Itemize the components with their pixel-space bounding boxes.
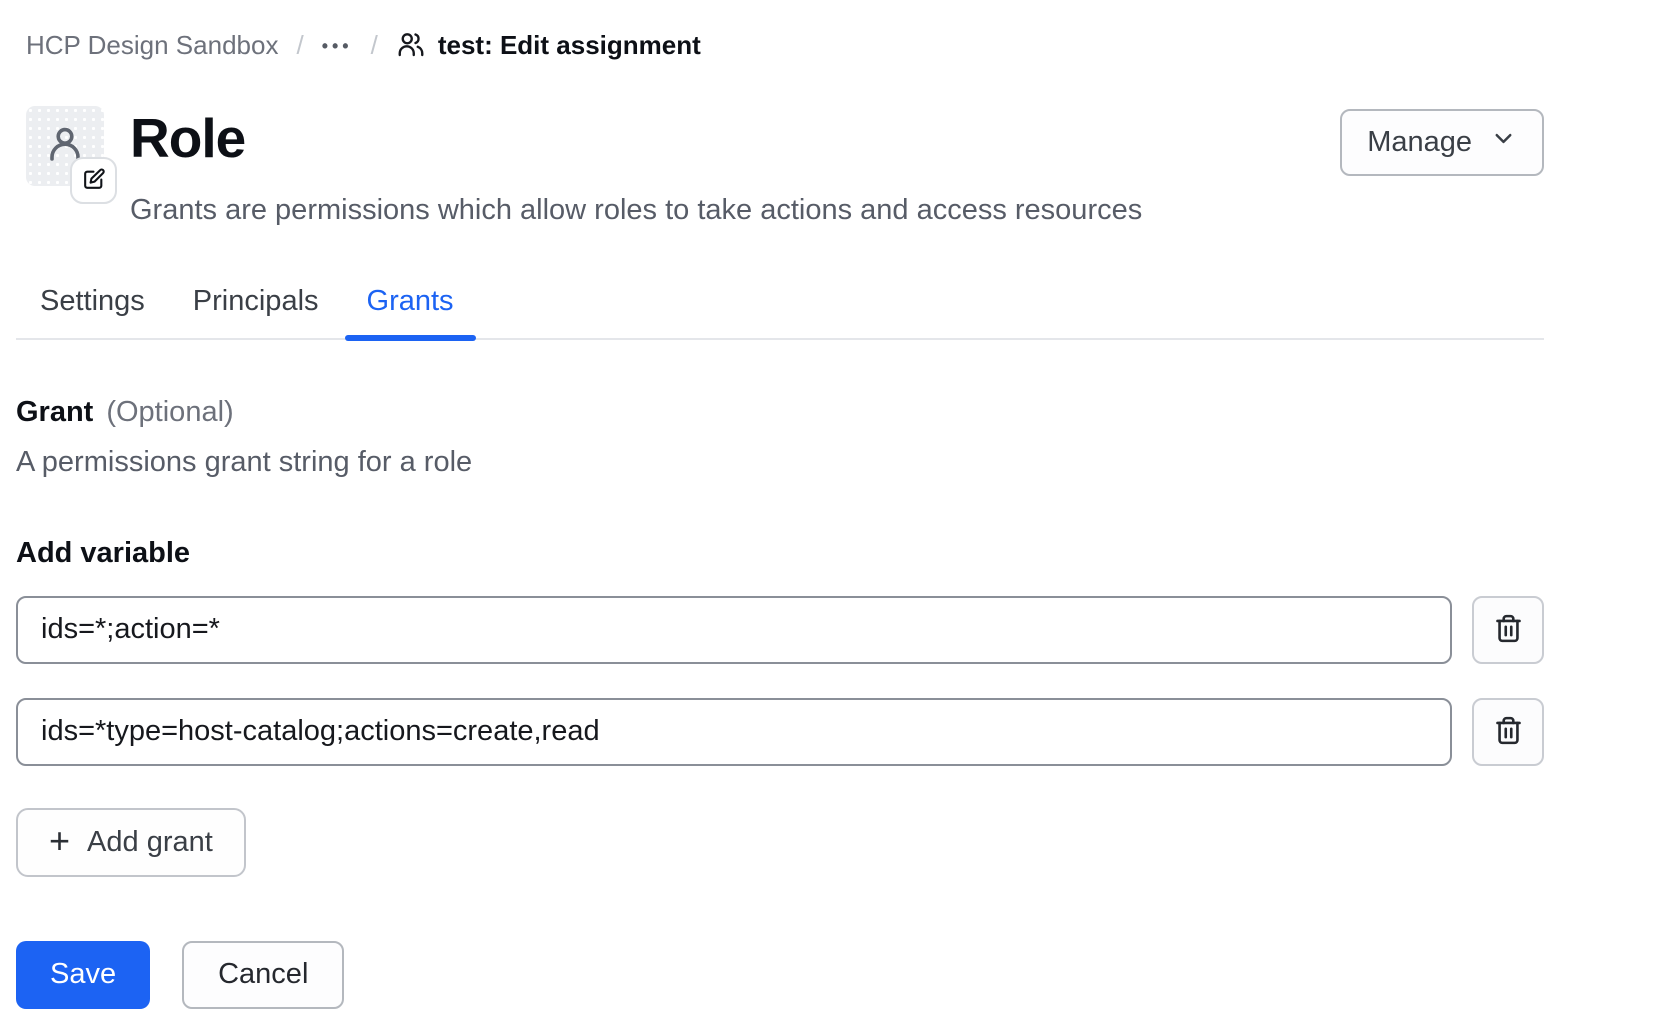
role-avatar: [26, 106, 104, 186]
add-variable-label: Add variable: [16, 537, 1544, 570]
page-title: Role: [130, 108, 1340, 169]
add-grant-label: Add grant: [87, 826, 213, 859]
chevron-down-icon: [1490, 125, 1517, 160]
grant-input-2[interactable]: [16, 698, 1452, 766]
form-actions: Save Cancel: [16, 941, 1544, 1009]
edit-icon: [81, 167, 106, 195]
breadcrumb-root-link[interactable]: HCP Design Sandbox: [26, 30, 278, 61]
manage-button[interactable]: Manage: [1340, 109, 1544, 176]
cancel-button[interactable]: Cancel: [182, 941, 344, 1009]
breadcrumb-ellipsis-button[interactable]: •••: [322, 35, 353, 55]
delete-grant-button-1[interactable]: [1472, 596, 1544, 664]
breadcrumb-separator: /: [296, 30, 303, 61]
trash-icon: [1492, 612, 1525, 648]
edit-avatar-button[interactable]: [70, 157, 117, 204]
save-button[interactable]: Save: [16, 941, 150, 1009]
breadcrumb-current-label: test: Edit assignment: [438, 30, 701, 61]
tab-settings[interactable]: Settings: [16, 273, 169, 338]
page-description: Grants are permissions which allow roles…: [130, 194, 1340, 227]
page-header: Role Grants are permissions which allow …: [16, 106, 1544, 227]
grant-input-1[interactable]: [16, 596, 1452, 664]
tab-bar: Settings Principals Grants: [16, 273, 1544, 340]
breadcrumb: HCP Design Sandbox / ••• / test: Edit as…: [26, 28, 1544, 62]
add-grant-button[interactable]: + Add grant: [16, 808, 246, 877]
tab-grants[interactable]: Grants: [343, 273, 478, 338]
users-icon: [396, 30, 426, 60]
delete-grant-button-2[interactable]: [1472, 698, 1544, 766]
breadcrumb-current: test: Edit assignment: [396, 30, 701, 61]
tab-principals[interactable]: Principals: [169, 273, 343, 338]
header-main: Role Grants are permissions which allow …: [130, 106, 1340, 227]
breadcrumb-separator: /: [371, 30, 378, 61]
page: HCP Design Sandbox / ••• / test: Edit as…: [0, 0, 1544, 1009]
grant-row: [16, 596, 1544, 664]
plus-icon: +: [49, 823, 70, 859]
grant-help-text: A permissions grant string for a role: [16, 446, 1544, 479]
grant-optional-label: (Optional): [106, 396, 233, 429]
trash-icon: [1492, 714, 1525, 750]
grant-row: [16, 698, 1544, 766]
grant-label-row: Grant (Optional): [16, 396, 1544, 429]
grant-label: Grant: [16, 396, 93, 429]
manage-button-label: Manage: [1367, 126, 1472, 159]
